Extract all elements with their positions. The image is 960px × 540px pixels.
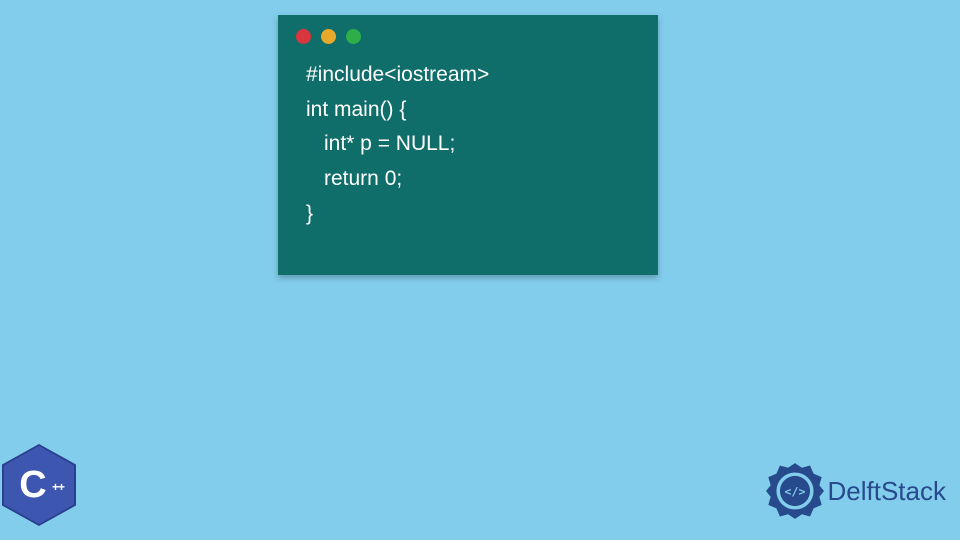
code-window: #include<iostream> int main() { int* p =…: [278, 15, 658, 275]
cpp-hexagon-inner: C ++: [4, 446, 74, 524]
gear-icon: </>: [766, 462, 824, 520]
cpp-plus-text: ++: [52, 480, 64, 494]
cpp-logo: C ++: [2, 444, 76, 526]
close-icon[interactable]: [296, 29, 311, 44]
maximize-icon[interactable]: [346, 29, 361, 44]
delftstack-logo: </> DelftStack: [766, 462, 947, 520]
code-line-3: int* p = NULL;: [306, 127, 630, 162]
cpp-letter: C: [19, 464, 46, 507]
minimize-icon[interactable]: [321, 29, 336, 44]
code-line-1: #include<iostream>: [306, 58, 630, 93]
code-line-5: }: [306, 197, 630, 232]
traffic-lights: [278, 15, 658, 54]
code-glyph-icon: </>: [784, 485, 805, 499]
code-line-4: return 0;: [306, 162, 630, 197]
code-line-2: int main() {: [306, 93, 630, 128]
cpp-hexagon-icon: C ++: [2, 444, 76, 526]
code-body: #include<iostream> int main() { int* p =…: [278, 54, 658, 251]
delftstack-brand-text: DelftStack: [828, 476, 947, 507]
